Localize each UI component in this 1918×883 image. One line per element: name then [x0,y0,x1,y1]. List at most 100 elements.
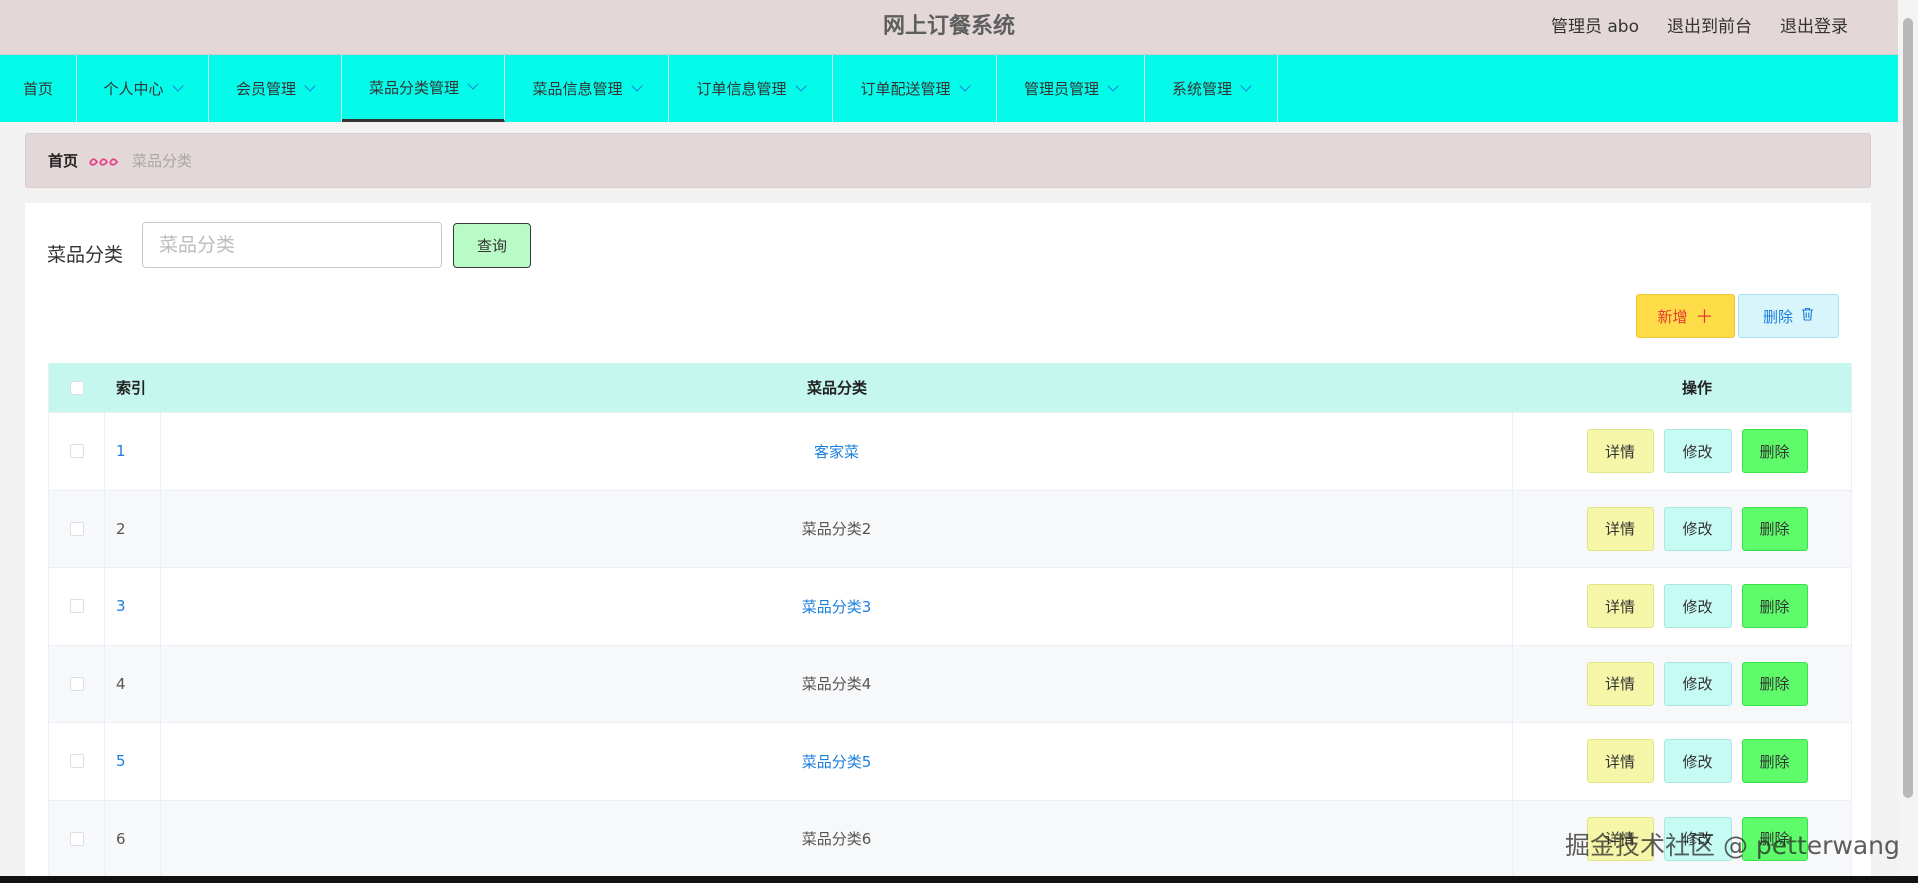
nav-item-label: 个人中心 [103,80,164,98]
nav-item-dish-info-management[interactable]: 菜品信息管理 [505,55,669,122]
detail-button[interactable]: 详情 [1586,661,1654,706]
nav-item-order-delivery-management[interactable]: 订单配送管理 [833,55,997,122]
nav-item-label: 系统管理 [1171,80,1232,98]
row-checkbox-cell [49,568,105,645]
row-checkbox[interactable] [69,521,84,536]
row-category-name: 菜品分类5 [161,723,1513,800]
chevron-down-icon [630,79,643,92]
nav-item-label: 订单信息管理 [696,80,787,98]
add-button-label: 新增 [1657,307,1688,326]
row-checkbox[interactable] [69,676,84,691]
nav-item-system-management[interactable]: 系统管理 [1145,55,1278,122]
row-index: 2 [105,490,161,567]
delete-button[interactable]: 删除 [1741,429,1808,474]
header-actions: 管理员 abo 退出到前台 退出登录 [1551,0,1848,54]
chevron-down-icon [1240,79,1252,92]
search-input[interactable] [142,222,442,268]
logout-link[interactable]: 退出登录 [1780,0,1848,54]
bottom-edge [0,876,1918,883]
chevron-down-icon [1107,79,1119,92]
search-button[interactable]: 查询 [453,223,531,268]
row-operations: 详情 修改 删除 [1513,723,1851,800]
table-row: 2 菜品分类2 详情 修改 删除 [49,490,1851,568]
delete-button[interactable]: 删除 [1741,661,1808,706]
header-index: 索引 [116,379,147,397]
nav-item-home[interactable]: 首页 [0,55,77,122]
row-checkbox-cell [49,490,105,567]
nav-item-admin-management[interactable]: 管理员管理 [997,55,1145,122]
main-nav: 首页 个人中心 会员管理 菜品分类管理 菜品信息管理 订单信息管理 订单配送管理… [0,55,1898,122]
row-checkbox[interactable] [69,444,84,459]
exit-to-front-link[interactable]: 退出到前台 [1667,0,1752,54]
edit-button[interactable]: 修改 [1663,661,1732,706]
current-user: 管理员 abo [1550,17,1639,37]
row-category-name: 菜品分类6 [161,800,1513,877]
nav-item-label: 菜品分类管理 [368,78,459,97]
top-header: 网上订餐系统 管理员 abo 退出到前台 退出登录 [0,0,1898,55]
edit-button[interactable]: 修改 [1663,584,1732,629]
delete-button-label: 删除 [1762,307,1793,326]
table-row: 3 菜品分类3 详情 修改 删除 [49,568,1851,646]
delete-button[interactable]: 删除 [1741,739,1808,784]
row-category-name: 客家菜 [161,413,1513,490]
breadcrumb-current: 菜品分类 [132,152,193,170]
row-checkbox[interactable] [69,831,84,846]
header-operations: 操作 [1681,379,1712,397]
row-operations: 详情 修改 删除 [1513,491,1851,568]
row-operations: 详情 修改 删除 [1513,646,1851,723]
watermark: 掘金技术社区 @ petterwang [1565,831,1900,860]
detail-button[interactable]: 详情 [1586,739,1654,784]
edit-button[interactable]: 修改 [1663,506,1732,551]
row-checkbox[interactable] [69,754,84,769]
detail-button[interactable]: 详情 [1586,506,1654,551]
row-checkbox-cell [49,800,105,877]
delete-button[interactable]: 删除 [1741,506,1808,551]
nav-item-label: 订单配送管理 [860,80,951,98]
nav-item-label: 会员管理 [235,80,296,98]
row-operations: 详情 修改 删除 [1513,568,1851,645]
nav-item-personal-center[interactable]: 个人中心 [77,55,209,122]
row-operations: 详情 修改 删除 [1513,413,1851,490]
nav-item-order-info-management[interactable]: 订单信息管理 [669,55,833,122]
plus-icon: ＋ [1695,307,1714,328]
dish-category-table: 索引 菜品分类 操作 1 客家菜 详情 修改 删除 2 菜品分类2 详情 修改 … [48,363,1852,878]
row-category-name: 菜品分类3 [161,568,1513,645]
row-category-name: 菜品分类2 [161,490,1513,567]
table-row: 4 菜品分类4 详情 修改 删除 [49,645,1851,723]
select-all-checkbox[interactable] [70,380,84,395]
table-row: 1 客家菜 详情 修改 删除 [49,413,1851,491]
nav-item-label: 管理员管理 [1023,80,1099,98]
detail-button[interactable]: 详情 [1586,429,1654,474]
table-header-row: 索引 菜品分类 操作 [49,363,1851,413]
edit-button[interactable]: 修改 [1663,429,1732,474]
nav-item-dish-category-management[interactable]: 菜品分类管理 [342,55,505,122]
table-row: 5 菜品分类5 详情 修改 删除 [49,723,1851,801]
breadcrumb-separator-icon [88,154,122,168]
header-checkbox-cell [49,363,105,412]
add-button[interactable]: 新增 ＋ [1636,294,1735,338]
delete-button[interactable]: 删除 [1741,584,1808,629]
row-index: 6 [105,800,161,877]
row-checkbox[interactable] [69,599,84,614]
scrollbar-thumb[interactable] [1903,18,1913,798]
row-category-name: 菜品分类4 [161,645,1513,722]
chevron-down-icon [794,79,807,92]
row-index: 5 [105,723,161,800]
content-panel: 菜品分类 查询 新增 ＋ 删除 索引 菜品分类 操作 1 客家菜 详情 [25,203,1871,883]
breadcrumb-home[interactable]: 首页 [48,150,78,171]
row-checkbox-cell [49,723,105,800]
row-index: 3 [105,568,161,645]
row-index: 1 [105,413,161,490]
header-category: 菜品分类 [806,379,867,397]
row-index: 4 [105,645,161,722]
chevron-down-icon [171,79,184,92]
nav-item-member-management[interactable]: 会员管理 [209,55,342,122]
breadcrumb: 首页 菜品分类 [25,133,1871,188]
detail-button[interactable]: 详情 [1586,584,1654,629]
search-label: 菜品分类 [47,244,124,266]
batch-delete-button[interactable]: 删除 [1738,294,1839,338]
nav-item-label: 菜品信息管理 [532,80,623,98]
row-checkbox-cell [49,645,105,722]
edit-button[interactable]: 修改 [1663,739,1732,784]
chevron-down-icon [958,79,971,92]
